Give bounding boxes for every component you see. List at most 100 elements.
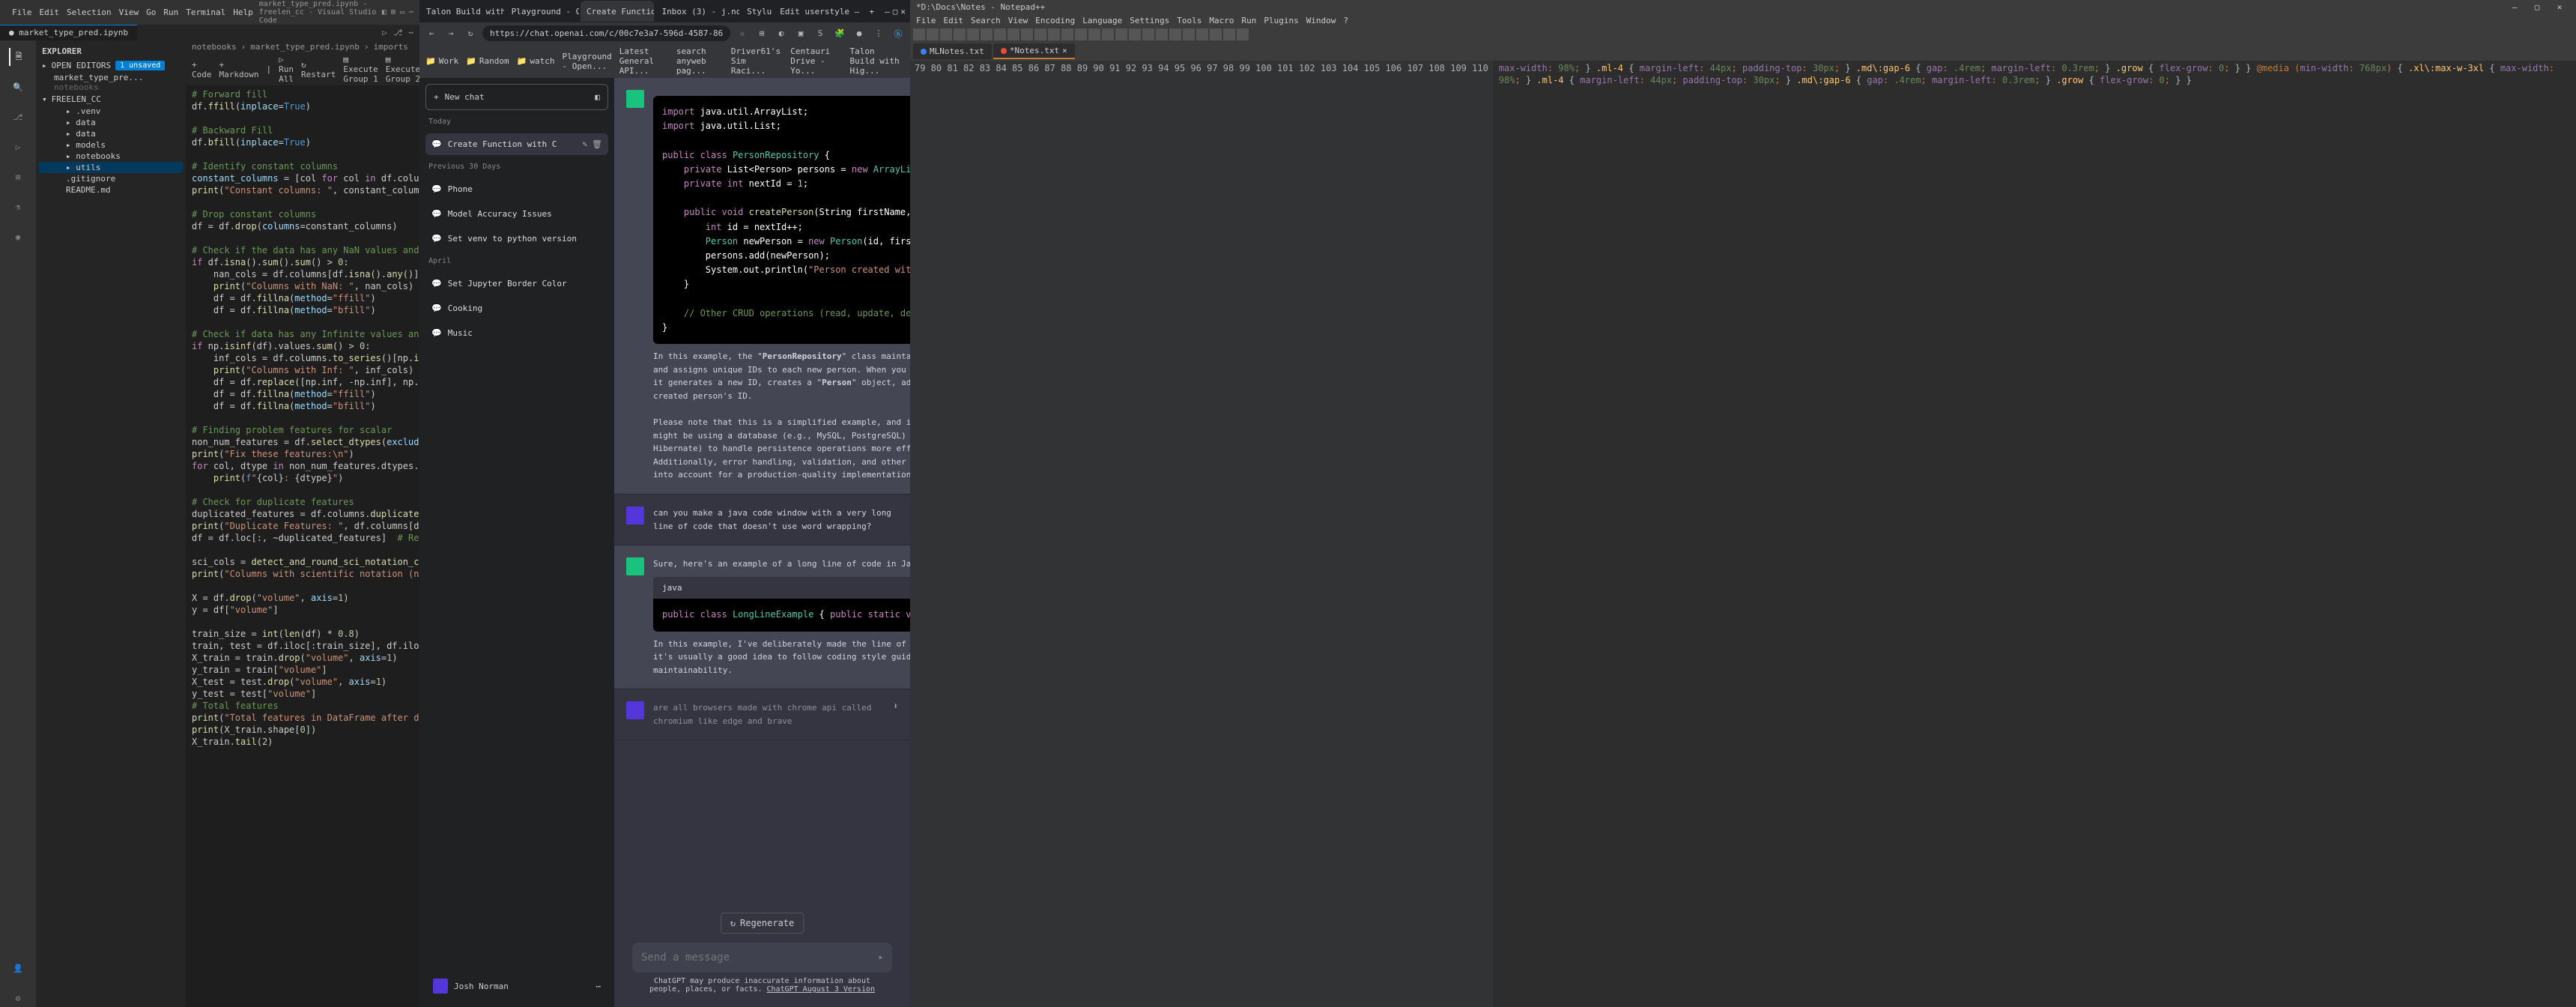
browser-tab[interactable]: Talon Build with Highest...× [420,1,504,22]
ext-icon[interactable]: ▣ [793,28,808,38]
tree-item[interactable]: ▸ data [39,128,183,139]
section-header[interactable]: ▾ FREELEN_CC [39,93,183,106]
tool-zoom-in[interactable] [1102,28,1114,40]
tool-paste[interactable] [1034,28,1046,40]
tree-item[interactable]: ▸ models [39,139,183,151]
menu-file[interactable]: File [12,7,32,17]
close-icon[interactable]: × [1062,46,1067,55]
browser-tab-active[interactable]: Create Function with C#× [581,1,654,22]
file-tab-active[interactable]: *Notes.txt× [993,43,1075,59]
tool-showall[interactable] [1156,28,1168,40]
tool-open[interactable] [927,28,939,40]
bookmark[interactable]: Driver61's Sim Raci... [731,46,783,76]
tool-unfold[interactable] [1196,28,1208,40]
tree-item[interactable]: ▸ notebooks [39,151,183,162]
tool-copy[interactable] [1021,28,1033,40]
send-icon[interactable]: ➤ [878,953,883,963]
user-row[interactable]: Josh Norman ⋯ [425,971,608,1001]
tree-item[interactable]: ▸ .venv [39,106,183,117]
close-icon[interactable]: ✕ [2549,2,2570,12]
layout-icon[interactable]: ▭ [400,8,404,16]
tool-closeall[interactable] [981,28,992,40]
menu-edit[interactable]: Edit [944,16,964,25]
conversation-item[interactable]: 💬Set Jupyter Border Color [425,273,608,294]
minimize-icon[interactable]: — [2504,2,2525,12]
address-input[interactable] [482,25,730,41]
conversation-item[interactable]: 💬 Create Function with C ✎ 🗑 [425,133,608,155]
bc-item[interactable]: notebooks [192,42,237,52]
tree-item[interactable]: README.md [39,184,183,196]
back-icon[interactable]: ← [424,28,439,38]
menu-window[interactable]: Window [1306,16,1336,25]
account-icon[interactable]: 👤 [9,959,27,977]
tool-sync[interactable] [1129,28,1141,40]
menu-macro[interactable]: Macro [1209,16,1234,25]
menu-edit[interactable]: Edit [40,7,60,17]
tree-item-selected[interactable]: ▸ utils [39,162,183,173]
tool-fold[interactable] [1183,28,1195,40]
menu-file[interactable]: File [916,16,936,25]
tool-saveall[interactable] [954,28,966,40]
tool-cut[interactable] [1007,28,1019,40]
css-content[interactable]: max-width: 98%; } .ml-4 { margin-left: 4… [1493,61,2576,1007]
maximize-icon[interactable]: ▢ [2527,2,2548,12]
ext-icon[interactable]: S [813,28,828,38]
edit-icon[interactable]: ✎ [582,139,587,149]
message-input[interactable] [641,952,878,964]
menu-tools[interactable]: Tools [1177,16,1201,25]
new-chat-button[interactable]: + New chat ◧ [425,84,608,110]
sidebar-collapse-icon[interactable]: ◧ [595,92,600,102]
open-editors-row[interactable]: ▸ OPEN EDITORS 1 unsaved [39,59,183,72]
bookmark-folder[interactable]: 📁Work [425,46,458,76]
ext-icon[interactable]: ⊞ [754,28,769,38]
menu-settings[interactable]: Settings [1130,16,1169,25]
maximize-icon[interactable]: ▢ [893,7,898,16]
profile-icon[interactable]: ● [852,28,867,38]
tree-item[interactable]: .gitignore [39,173,183,184]
bc-item[interactable]: market_type_pred.ipynb [250,42,360,52]
menu-view[interactable]: View [1008,16,1028,25]
tool-indent[interactable] [1169,28,1181,40]
run-icon[interactable]: ▷ [382,28,387,37]
conversation-item[interactable]: 💬Cooking [425,297,608,319]
tool-print[interactable] [994,28,1006,40]
tree-item[interactable]: ▸ data [39,117,183,128]
menu-plugins[interactable]: Plugins [1264,16,1298,25]
browser-tab[interactable]: Edit userstyle — UserStyle...× [774,1,862,22]
debug-icon[interactable]: ▷ [9,138,27,156]
bookmark-folder[interactable]: 📁watch [517,46,555,76]
reload-icon[interactable]: ↻ [463,28,478,38]
tool-new[interactable] [913,28,925,40]
explorer-icon[interactable]: 🗎 [9,48,27,66]
layout-icon[interactable]: ◧ [382,8,387,16]
tool-replace[interactable] [1088,28,1100,40]
test-icon[interactable]: ⚗ [9,198,27,216]
ext-icon[interactable]: ◐ [774,28,789,38]
tool-close[interactable] [967,28,979,40]
scroll-down-icon[interactable]: ⬇ [893,701,898,728]
conversation-item[interactable]: 💬Set venv to python version [425,228,608,250]
exec-group[interactable]: ▤ Execute Group 2 [386,55,419,84]
bookmark[interactable]: Latest General API... [619,46,669,76]
menu-search[interactable]: Search [971,16,1001,25]
restart[interactable]: ↻ Restart [301,60,336,79]
menu-go[interactable]: Go [146,7,156,17]
settings-icon[interactable]: ⚙ [9,989,27,1007]
tool-undo[interactable] [1048,28,1060,40]
tool-wrap[interactable] [1142,28,1154,40]
menu-selection[interactable]: Selection [67,7,112,17]
minimize-icon[interactable]: — [885,7,890,16]
browser-tab[interactable]: Playground - OpenAI API× [506,1,579,22]
menu-icon[interactable]: ⋮ [871,28,886,38]
bing-icon[interactable]: ⓑ [891,28,906,40]
bc-item[interactable]: imports [374,42,408,52]
search-icon[interactable]: 🔍 [9,78,27,96]
tool-macro-start[interactable] [1210,28,1222,40]
browser-tab[interactable]: Inbox (3) - j.norm911@gm...× [655,1,739,22]
menu-help[interactable]: ? [1343,16,1348,25]
tool-find[interactable] [1075,28,1087,40]
more-icon[interactable]: ⋯ [595,982,601,991]
version-link[interactable]: ChatGPT August 3 Version [767,985,876,994]
menu-terminal[interactable]: Terminal [186,7,225,17]
more-icon[interactable]: ⋯ [408,28,413,37]
